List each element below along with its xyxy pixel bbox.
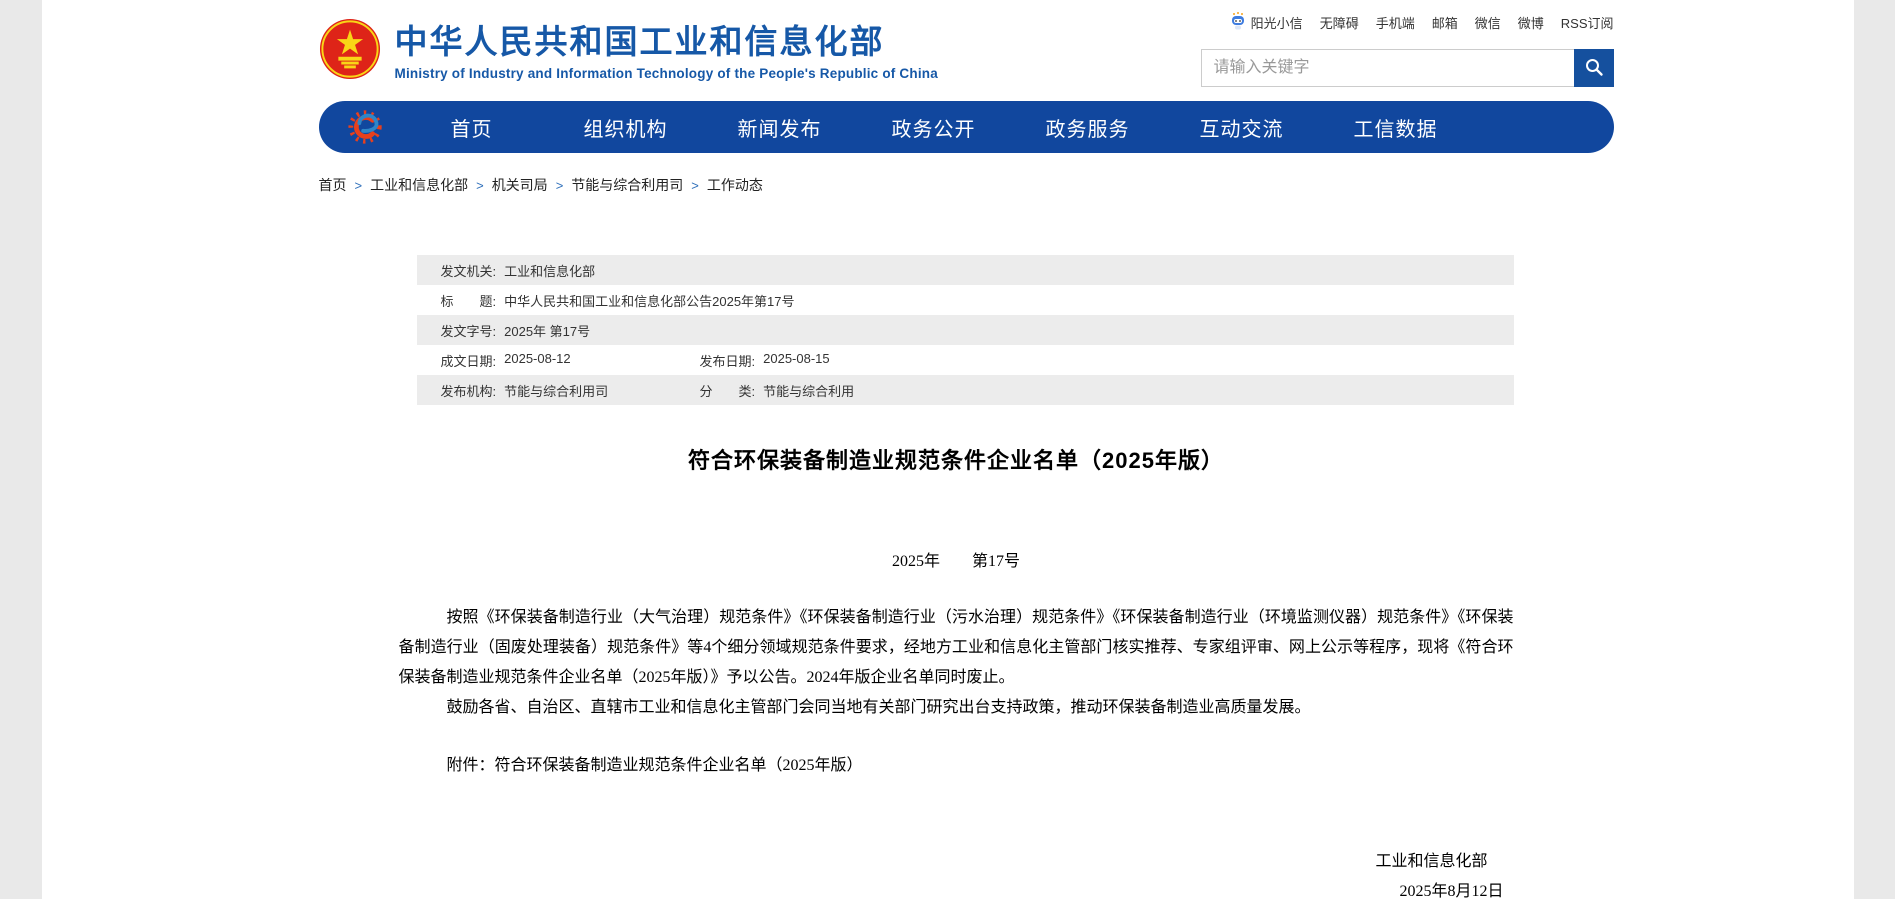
site-logo[interactable]: 中华人民共和国工业和信息化部 Ministry of Industry and …	[319, 10, 938, 85]
utility-links: 阳光小信 无障碍 手机端 邮箱 微信 微博 RSS订阅	[1230, 10, 1614, 33]
meta-row-publisher-category: 发布机构: 节能与综合利用司 分 类: 节能与综合利用	[417, 375, 1514, 405]
search-input[interactable]	[1201, 49, 1574, 87]
breadcrumb-separator: >	[556, 178, 564, 193]
meta-label: 分 类:	[700, 381, 756, 400]
meta-label: 发文字号:	[441, 321, 497, 340]
meta-label: 发文机关:	[441, 261, 497, 280]
meta-label: 成文日期:	[441, 351, 497, 370]
meta-label: 标 题:	[441, 291, 497, 310]
meta-row-title: 标 题: 中华人民共和国工业和信息化部公告2025年第17号	[417, 285, 1514, 315]
meta-value: 中华人民共和国工业和信息化部公告2025年第17号	[504, 291, 794, 310]
site-subtitle: Ministry of Industry and Information Tec…	[395, 66, 938, 81]
meta-value: 节能与综合利用司	[504, 381, 608, 400]
search-icon	[1584, 57, 1604, 80]
nav-item-home[interactable]: 首页	[395, 113, 549, 142]
nav-item-interaction[interactable]: 互动交流	[1165, 113, 1319, 142]
breadcrumb-miit[interactable]: 工业和信息化部	[370, 175, 468, 195]
signature-block: 工业和信息化部 2025年8月12日	[399, 847, 1514, 899]
link-wechat[interactable]: 微信	[1475, 13, 1501, 32]
breadcrumb: 首页 > 工业和信息化部 > 机关司局 > 节能与综合利用司 > 工作动态	[319, 175, 1614, 195]
breadcrumb-separator: >	[355, 178, 363, 193]
page: 中华人民共和国工业和信息化部 Ministry of Industry and …	[42, 0, 1854, 899]
meta-value: 2025-08-15	[763, 351, 830, 370]
browser-viewport: 中华人民共和国工业和信息化部 Ministry of Industry and …	[0, 0, 1895, 899]
site-header: 中华人民共和国工业和信息化部 Ministry of Industry and …	[42, 0, 1854, 87]
meta-label: 发布机构:	[441, 381, 497, 400]
miit-logo-icon	[347, 108, 385, 146]
nav-item-organization[interactable]: 组织机构	[549, 113, 703, 142]
breadcrumb-separator: >	[691, 178, 699, 193]
link-accessibility[interactable]: 无障碍	[1320, 13, 1359, 32]
body-paragraph: 按照《环保装备制造行业（大气治理）规范条件》《环保装备制造行业（污水治理）规范条…	[399, 603, 1514, 693]
nav-item-industry-data[interactable]: 工信数据	[1319, 113, 1473, 142]
document-title: 符合环保装备制造业规范条件企业名单（2025年版）	[399, 443, 1514, 475]
search-button[interactable]	[1574, 49, 1614, 87]
link-rss[interactable]: RSS订阅	[1561, 13, 1614, 32]
meta-row-issuing-authority: 发文机关: 工业和信息化部	[417, 255, 1514, 285]
meta-row-doc-number: 发文字号: 2025年 第17号	[417, 315, 1514, 345]
document-body: 按照《环保装备制造行业（大气治理）规范条件》《环保装备制造行业（污水治理）规范条…	[399, 603, 1514, 899]
site-title: 中华人民共和国工业和信息化部	[395, 22, 938, 62]
meta-row-dates: 成文日期: 2025-08-12 发布日期: 2025-08-15	[417, 345, 1514, 375]
article: 发文机关: 工业和信息化部 标 题: 中华人民共和国工业和信息化部公告2025年…	[399, 255, 1514, 899]
attachment-link[interactable]: 附件：符合环保装备制造业规范条件企业名单（2025年版）	[447, 757, 863, 774]
attachment-line: 附件：符合环保装备制造业规范条件企业名单（2025年版）	[399, 751, 1514, 781]
breadcrumb-work-news[interactable]: 工作动态	[707, 175, 763, 195]
nav-item-news[interactable]: 新闻发布	[703, 113, 857, 142]
signature-date: 2025年8月12日	[399, 877, 1504, 899]
document-number: 2025年 第17号	[399, 547, 1514, 571]
link-mail[interactable]: 邮箱	[1432, 13, 1458, 32]
link-mobile[interactable]: 手机端	[1376, 13, 1415, 32]
link-weibo[interactable]: 微博	[1518, 13, 1544, 32]
search-box	[1201, 49, 1614, 87]
breadcrumb-departments[interactable]: 机关司局	[492, 175, 548, 195]
breadcrumb-energy-conservation-dept[interactable]: 节能与综合利用司	[571, 175, 683, 195]
nav-item-gov-disclosure[interactable]: 政务公开	[857, 113, 1011, 142]
main-nav: 首页 组织机构 新闻发布 政务公开 政务服务 互动交流 工信数据	[319, 101, 1614, 153]
meta-value: 2025-08-12	[504, 351, 571, 370]
robot-icon	[1230, 12, 1246, 33]
meta-value: 节能与综合利用	[763, 381, 854, 400]
breadcrumb-home[interactable]: 首页	[319, 175, 347, 195]
meta-label: 发布日期:	[700, 351, 756, 370]
national-emblem-icon	[319, 18, 381, 85]
body-paragraph: 鼓励各省、自治区、直辖市工业和信息化主管部门会同当地有关部门研究出台支持政策，推…	[399, 693, 1514, 723]
meta-value: 2025年 第17号	[504, 321, 590, 340]
meta-value: 工业和信息化部	[504, 261, 595, 280]
nav-item-gov-services[interactable]: 政务服务	[1011, 113, 1165, 142]
doc-meta-table: 发文机关: 工业和信息化部 标 题: 中华人民共和国工业和信息化部公告2025年…	[417, 255, 1514, 405]
signature-org: 工业和信息化部	[399, 847, 1488, 877]
link-sunshine-xiaoxin[interactable]: 阳光小信	[1230, 12, 1303, 33]
breadcrumb-separator: >	[476, 178, 484, 193]
